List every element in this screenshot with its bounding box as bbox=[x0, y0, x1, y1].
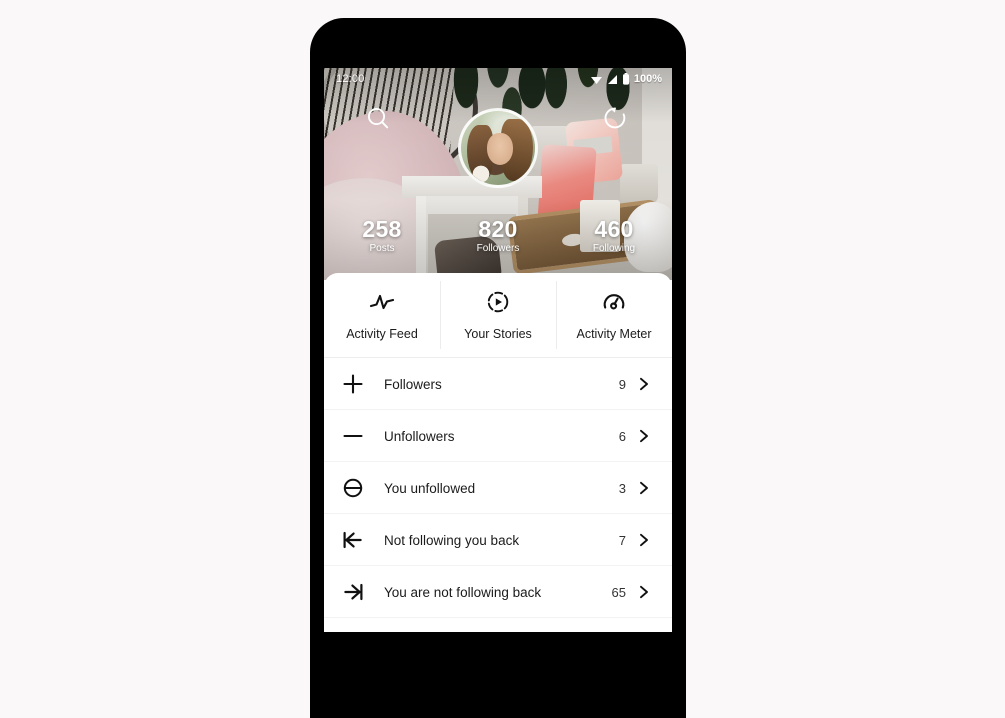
tab-bar: Activity Feed Your Stories Activity Mete… bbox=[324, 273, 672, 357]
list-item-unfollowers-count: 6 bbox=[618, 428, 626, 444]
chevron-right-icon[interactable] bbox=[638, 429, 650, 443]
avatar-face bbox=[487, 133, 513, 165]
battery-icon bbox=[622, 73, 629, 85]
list-item-unfollowers-label: Unfollowers bbox=[384, 428, 455, 444]
tab-activity-feed[interactable]: Activity Feed bbox=[324, 273, 440, 357]
stat-following[interactable]: 460 Following bbox=[556, 216, 672, 268]
minus-icon bbox=[342, 423, 376, 449]
pulse-icon bbox=[369, 289, 395, 315]
stat-following-value: 460 bbox=[594, 216, 634, 242]
stats-list: Followers 9 Unfollowers 6 You unfollowed… bbox=[324, 358, 672, 618]
stat-posts-value: 258 bbox=[362, 216, 402, 242]
list-item-unfollowers[interactable]: Unfollowers 6 bbox=[324, 410, 672, 462]
tab-your-stories-label: Your Stories bbox=[464, 327, 532, 341]
stat-following-label: Following bbox=[592, 243, 636, 254]
list-item-not-following-you-back-count: 7 bbox=[618, 532, 626, 548]
plus-icon bbox=[342, 371, 376, 397]
list-item-not-following-you-back-label: Not following you back bbox=[384, 532, 520, 548]
search-icon[interactable] bbox=[364, 104, 392, 132]
chevron-right-icon[interactable] bbox=[638, 585, 650, 599]
arrow-left-bar-icon bbox=[342, 527, 376, 553]
list-item-you-are-not-following-back[interactable]: You are not following back 65 bbox=[324, 566, 672, 618]
story-play-icon bbox=[485, 289, 511, 315]
chevron-right-icon[interactable] bbox=[638, 377, 650, 391]
arrow-right-bar-icon bbox=[342, 579, 376, 605]
signal-icon bbox=[607, 74, 617, 84]
chevron-right-icon[interactable] bbox=[638, 533, 650, 547]
circle-minus-icon bbox=[342, 475, 376, 501]
tab-activity-feed-label: Activity Feed bbox=[346, 327, 418, 341]
list-item-you-are-not-following-back-count: 65 bbox=[611, 584, 626, 600]
status-indicators: 100% bbox=[590, 73, 662, 85]
list-item-followers-label: Followers bbox=[384, 376, 442, 392]
list-item-followers-count: 9 bbox=[618, 376, 626, 392]
profile-stats: 258 Posts 820 Followers 460 Following bbox=[324, 216, 672, 268]
list-item-you-unfollowed[interactable]: You unfollowed 3 bbox=[324, 462, 672, 514]
list-item-you-unfollowed-count: 3 bbox=[618, 480, 626, 496]
phone-screen: N 12:00 100% bbox=[324, 68, 672, 632]
avatar[interactable] bbox=[458, 108, 538, 188]
wifi-icon bbox=[590, 76, 602, 84]
gauge-icon bbox=[601, 289, 627, 315]
profile-header: N 12:00 100% bbox=[324, 68, 672, 280]
list-item-you-are-not-following-back-label: You are not following back bbox=[384, 584, 542, 600]
stat-posts[interactable]: 258 Posts bbox=[324, 216, 440, 268]
list-item-you-unfollowed-label: You unfollowed bbox=[384, 480, 476, 496]
stat-followers-label: Followers bbox=[476, 243, 520, 254]
refresh-icon[interactable] bbox=[601, 104, 629, 132]
tab-your-stories[interactable]: Your Stories bbox=[440, 273, 556, 357]
list-item-not-following-you-back[interactable]: Not following you back 7 bbox=[324, 514, 672, 566]
stat-posts-label: Posts bbox=[369, 243, 395, 254]
content-card: Activity Feed Your Stories Activity Mete… bbox=[324, 273, 672, 632]
chevron-right-icon[interactable] bbox=[638, 481, 650, 495]
tab-activity-meter[interactable]: Activity Meter bbox=[556, 273, 672, 357]
stat-followers[interactable]: 820 Followers bbox=[440, 216, 556, 268]
list-item-followers[interactable]: Followers 9 bbox=[324, 358, 672, 410]
avatar-flower bbox=[469, 163, 493, 185]
tab-activity-meter-label: Activity Meter bbox=[576, 327, 652, 341]
status-time: 12:00 bbox=[336, 73, 365, 85]
stat-followers-value: 820 bbox=[478, 216, 518, 242]
status-bar: 12:00 100% bbox=[324, 68, 672, 88]
battery-percent-label: 100% bbox=[633, 73, 662, 85]
